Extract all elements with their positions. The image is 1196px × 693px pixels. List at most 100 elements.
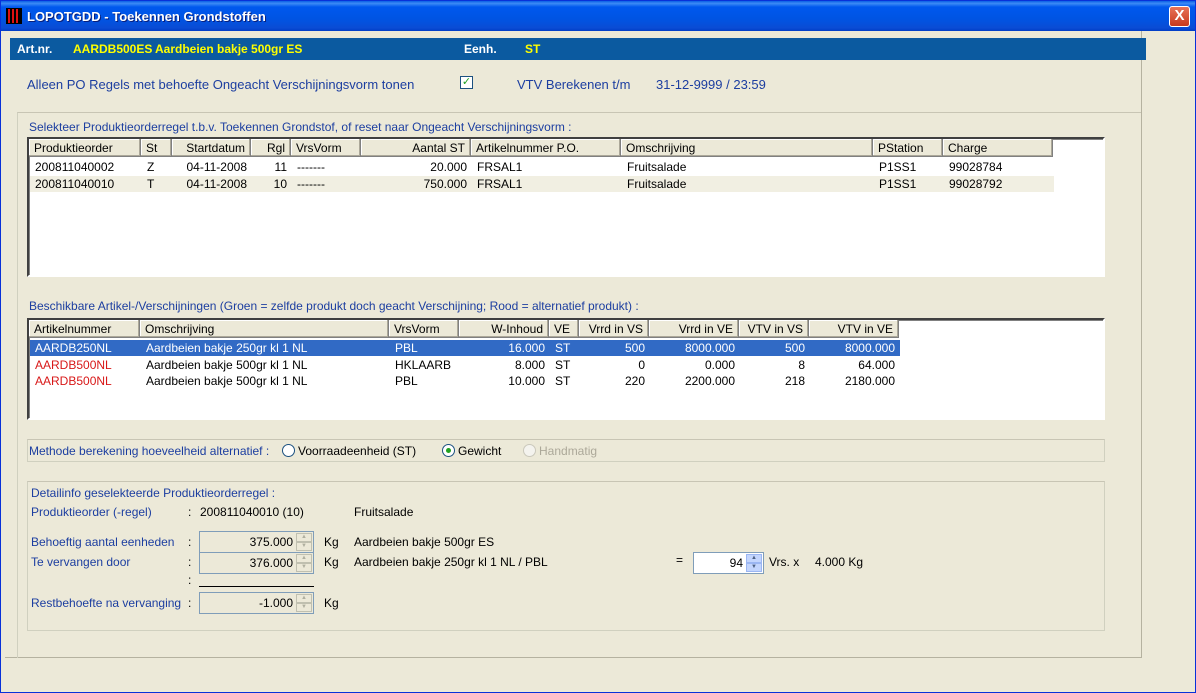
col-vrrd-in-vs[interactable]: Vrrd in VS bbox=[579, 320, 649, 338]
col-ve[interactable]: VE bbox=[549, 320, 579, 338]
cell-pstation: P1SS1 bbox=[879, 177, 917, 191]
article-label: Art.nr. bbox=[17, 42, 53, 56]
col-vtv-in-ve[interactable]: VTV in VE bbox=[809, 320, 899, 338]
col-charge[interactable]: Charge bbox=[943, 139, 1053, 157]
col-vtv-in-vs[interactable]: VTV in VS bbox=[739, 320, 809, 338]
cell-startdatum: 04-11-2008 bbox=[186, 177, 248, 191]
cell-vtv-in-vs: 218 bbox=[784, 374, 805, 388]
replace-spinbox: 376.000 ▲ ▼ bbox=[199, 552, 314, 574]
cell-ve: ST bbox=[555, 358, 571, 372]
cell-w-inhoud: 8.000 bbox=[514, 358, 545, 372]
spin-up-icon: ▲ bbox=[296, 533, 312, 542]
colon: : bbox=[188, 555, 192, 569]
col-st[interactable]: St bbox=[141, 139, 172, 157]
radio-voorraadeenheid[interactable] bbox=[282, 444, 295, 457]
col-vrsvorm[interactable]: VrsVorm bbox=[291, 139, 361, 157]
colon: : bbox=[188, 596, 192, 610]
cell-vrsvorm: ------- bbox=[297, 160, 325, 174]
replace-unit: Kg bbox=[324, 555, 339, 569]
filter-label: Alleen PO Regels met behoefte Ongeacht V… bbox=[27, 77, 415, 92]
close-button[interactable]: X bbox=[1169, 6, 1190, 27]
col-startdatum[interactable]: Startdatum bbox=[172, 139, 251, 157]
cell-st: T bbox=[147, 177, 155, 191]
cell-vrrd-in-vs: 220 bbox=[624, 374, 645, 388]
cell-w-inhoud: 16.000 bbox=[508, 341, 545, 355]
col-omschrijving[interactable]: Omschrijving bbox=[621, 139, 873, 157]
colon: : bbox=[188, 535, 192, 549]
avail-table-row[interactable]: AARDB500NL Aardbeien bakje 500gr kl 1 NL… bbox=[30, 357, 900, 373]
title-bar[interactable]: LOPOTGDD - Toekennen Grondstoffen X bbox=[1, 1, 1195, 31]
cell-produktieorder: 200811040002 bbox=[35, 160, 115, 174]
col-artikelnummer[interactable]: Artikelnummer bbox=[29, 320, 140, 338]
application-window: LOPOTGDD - Toekennen Grondstoffen X Art.… bbox=[0, 0, 1196, 693]
cell-w-inhoud: 10.000 bbox=[508, 374, 545, 388]
need-description: Aardbeien bakje 500gr ES bbox=[354, 535, 495, 549]
cell-produktieorder: 200811040010 bbox=[35, 177, 115, 191]
radio-handmatig bbox=[523, 444, 536, 457]
avail-table[interactable]: Artikelnummer Omschrijving VrsVorm W-Inh… bbox=[27, 318, 1105, 420]
cell-vrsvorm: HKLAARB bbox=[395, 358, 452, 372]
col-vrrd-in-ve[interactable]: Vrrd in VE bbox=[649, 320, 739, 338]
divider bbox=[1141, 31, 1142, 658]
cell-pstation: P1SS1 bbox=[879, 160, 917, 174]
po-table-row[interactable]: 200811040002 Z 04-11-2008 11 ------- 20.… bbox=[30, 159, 1054, 175]
cell-rgl: 11 bbox=[274, 160, 287, 174]
detail-title: Detailinfo geselekteerde Produktieorderr… bbox=[31, 486, 276, 500]
col-rgl[interactable]: Rgl bbox=[251, 139, 291, 157]
replace-description: Aardbeien bakje 250gr kl 1 NL / PBL bbox=[354, 555, 548, 569]
client-area: Art.nr. AARDB500ES Aardbeien bakje 500gr… bbox=[5, 31, 1191, 690]
cell-artikelnummer: FRSAL1 bbox=[477, 160, 523, 174]
po-table-row[interactable]: 200811040010 T 04-11-2008 10 ------- 750… bbox=[30, 176, 1054, 192]
filter-checkbox[interactable]: ✓ bbox=[460, 76, 473, 89]
need-spinbox: 375.000 ▲ ▼ bbox=[199, 531, 314, 553]
quantity-weight: 4.000 Kg bbox=[815, 555, 864, 569]
cell-omschrijving: Fruitsalade bbox=[627, 177, 687, 191]
rest-label: Restbehoefte na vervanging bbox=[31, 596, 182, 610]
cell-vrsvorm: PBL bbox=[395, 374, 418, 388]
radio-voorraadeenheid-label[interactable]: Voorraadeenheid (ST) bbox=[298, 444, 416, 458]
cell-vrrd-in-vs: 0 bbox=[638, 358, 645, 372]
po-table[interactable]: Produktieorder St Startdatum Rgl VrsVorm… bbox=[27, 137, 1105, 277]
radio-gewicht[interactable] bbox=[442, 444, 455, 457]
quantity-suffix: Vrs. x bbox=[769, 555, 800, 569]
spin-up-icon[interactable]: ▲ bbox=[746, 554, 762, 563]
po-value: 200811040010 (10) bbox=[200, 505, 304, 519]
quantity-stepper[interactable]: 94 ▲ ▼ bbox=[693, 552, 764, 574]
rest-spinbox: -1.000 ▲ ▼ bbox=[199, 592, 314, 614]
cell-charge: 99028792 bbox=[949, 177, 1003, 191]
col-produktieorder[interactable]: Produktieorder bbox=[29, 139, 141, 157]
cell-aantal: 20.000 bbox=[430, 160, 467, 174]
col-artikelnummer-po[interactable]: Artikelnummer P.O. bbox=[471, 139, 621, 157]
article-description: Aardbeien bakje 500gr ES bbox=[155, 42, 303, 56]
replace-value: 376.000 bbox=[249, 556, 293, 570]
col-pstation[interactable]: PStation bbox=[873, 139, 943, 157]
po-section-title: Selekteer Produktieorderregel t.b.v. Toe… bbox=[29, 120, 572, 134]
col-w-inhoud[interactable]: W-Inhoud bbox=[459, 320, 549, 338]
quantity-value[interactable]: 94 bbox=[696, 556, 743, 570]
cell-vrsvorm: ------- bbox=[297, 177, 325, 191]
vtv-label: VTV Berekenen t/m bbox=[517, 77, 631, 92]
avail-section-title: Beschikbare Artikel-/Verschijningen (Gro… bbox=[29, 299, 639, 313]
cell-vtv-in-vs: 500 bbox=[784, 341, 805, 355]
avail-table-row-selected[interactable]: AARDB250NL Aardbeien bakje 250gr kl 1 NL… bbox=[30, 340, 900, 356]
po-description: Fruitsalade bbox=[354, 505, 414, 519]
spin-down-icon: ▼ bbox=[296, 563, 312, 572]
cell-aantal: 750.000 bbox=[423, 177, 467, 191]
cell-artikelnummer: AARDB500NL bbox=[35, 374, 112, 388]
cell-vtv-in-ve: 64.000 bbox=[858, 358, 895, 372]
unit-value: ST bbox=[525, 42, 541, 56]
po-label: Produktieorder (-regel) bbox=[31, 505, 152, 519]
spin-down-icon[interactable]: ▼ bbox=[746, 563, 762, 572]
cell-omschrijving: Aardbeien bakje 500gr kl 1 NL bbox=[146, 358, 308, 372]
avail-table-row[interactable]: AARDB500NL Aardbeien bakje 500gr kl 1 NL… bbox=[30, 373, 900, 389]
cell-startdatum: 04-11-2008 bbox=[186, 160, 248, 174]
cell-rgl: 10 bbox=[273, 177, 287, 191]
col-aantal-st[interactable]: Aantal ST bbox=[361, 139, 471, 157]
app-icon bbox=[6, 8, 22, 24]
need-unit: Kg bbox=[324, 535, 339, 549]
col-omschrijving[interactable]: Omschrijving bbox=[140, 320, 389, 338]
replace-label: Te vervangen door bbox=[31, 555, 131, 569]
spin-down-icon: ▼ bbox=[296, 603, 312, 612]
radio-gewicht-label[interactable]: Gewicht bbox=[458, 444, 501, 458]
col-vrsvorm[interactable]: VrsVorm bbox=[389, 320, 459, 338]
